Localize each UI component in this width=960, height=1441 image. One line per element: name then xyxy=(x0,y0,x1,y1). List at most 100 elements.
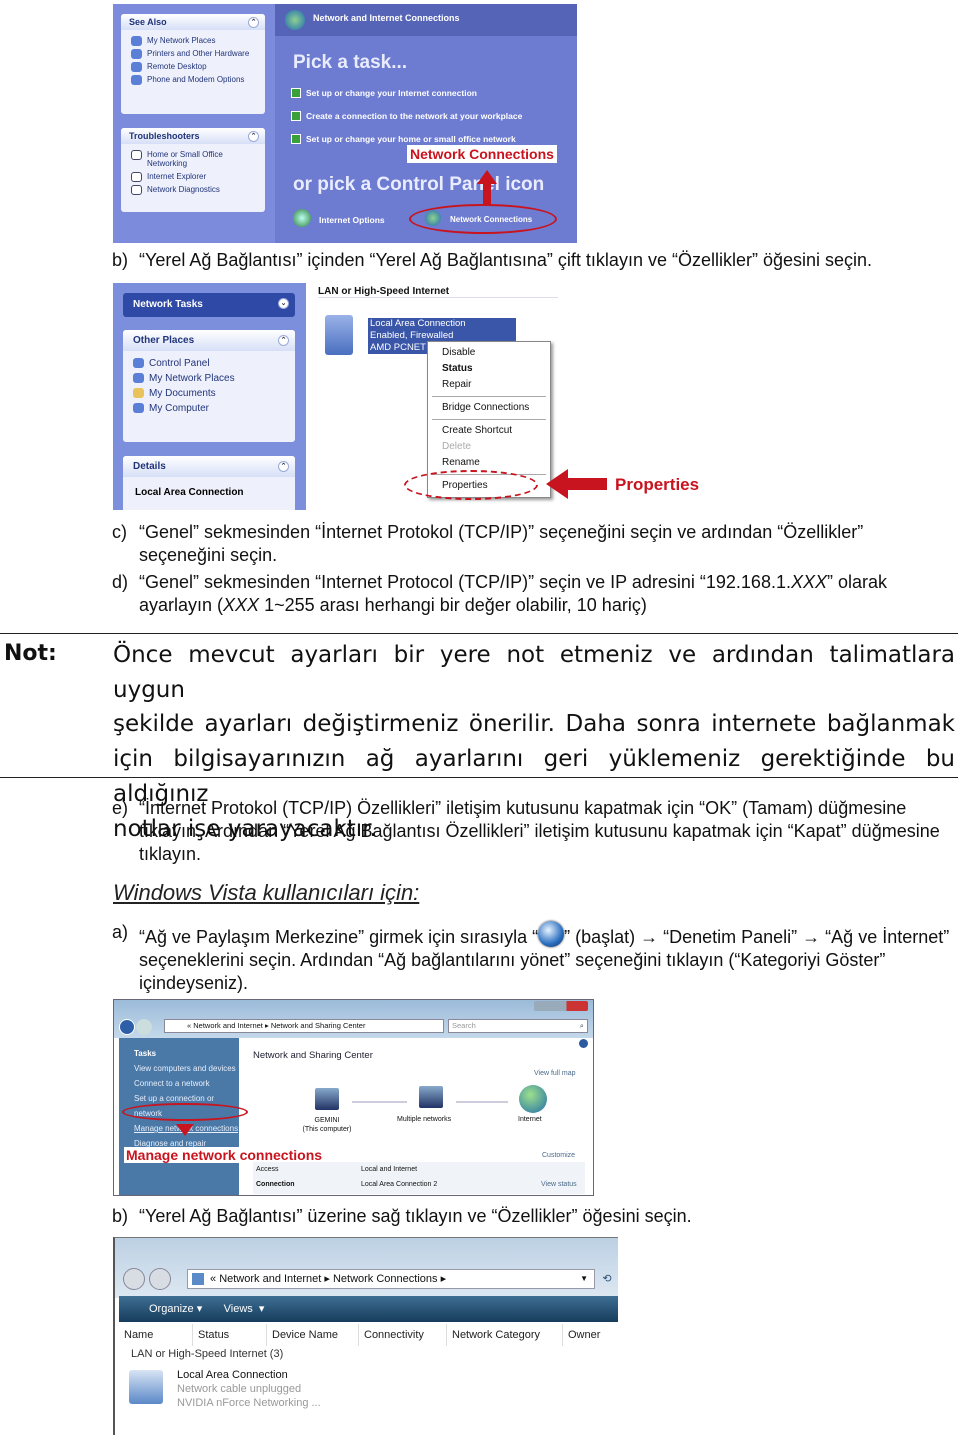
view-status-link[interactable]: View status xyxy=(541,1181,577,1188)
see-also-item[interactable]: My Network Places xyxy=(121,34,265,47)
manage-network-connections-callout: Manage network connections xyxy=(124,1147,325,1163)
collapse-icon[interactable]: ⌃ xyxy=(248,17,259,28)
note-label: Not: xyxy=(4,641,57,666)
menu-item-status[interactable]: Status xyxy=(428,361,550,377)
menu-item-bridge[interactable]: Bridge Connections xyxy=(428,400,550,416)
task-link[interactable]: Connect to a network xyxy=(134,1076,239,1091)
help-icon[interactable] xyxy=(579,1039,588,1048)
computer-icon xyxy=(315,1088,339,1110)
details-panel: Details ⌃ Local Area Connection xyxy=(123,456,295,510)
forward-button[interactable] xyxy=(149,1268,171,1290)
page-title: Network and Sharing Center xyxy=(253,1050,373,1061)
troubleshooters-panel: Troubleshooters ⌃ Home or Small Office Ne… xyxy=(121,128,265,212)
view-full-map-link[interactable]: View full map xyxy=(534,1070,576,1077)
row-key: Connection xyxy=(256,1181,295,1188)
forward-button[interactable] xyxy=(136,1019,152,1035)
pick-icon-heading: or pick a Control Panel icon xyxy=(293,174,545,195)
see-also-item[interactable]: Printers and Other Hardware xyxy=(121,47,265,60)
group-header: LAN or High-Speed Internet (3) xyxy=(131,1348,288,1360)
troubleshooter-item[interactable]: Internet Explorer xyxy=(121,170,265,183)
task-link[interactable]: Create a connection to the network at yo… xyxy=(291,111,522,121)
troubleshooter-item[interactable]: Home or Small Office Networking xyxy=(121,148,265,170)
divider xyxy=(0,777,958,778)
network-folder-icon xyxy=(192,1273,204,1285)
customize-link[interactable]: Customize xyxy=(542,1152,575,1159)
other-places-item[interactable]: My Computer xyxy=(123,401,295,416)
computer-node-label: GEMINI (This computer) xyxy=(302,1117,352,1133)
globe-icon xyxy=(425,210,441,226)
task-link[interactable]: Set up or change your Internet connectio… xyxy=(291,88,477,98)
arrow-down-icon xyxy=(176,1124,194,1136)
column-header-status[interactable]: Status xyxy=(193,1324,267,1346)
network-computer-icon xyxy=(325,315,353,355)
internet-node-label: Internet xyxy=(518,1116,542,1123)
network-tasks-panel[interactable]: Network Tasks ⌄ xyxy=(123,293,295,317)
collapse-icon[interactable]: ⌃ xyxy=(248,131,259,142)
shield-icon xyxy=(293,209,311,227)
see-also-item[interactable]: Phone and Modem Options xyxy=(121,73,265,86)
network-node-label: Multiple networks xyxy=(397,1116,452,1123)
group-header: LAN or High-Speed Internet xyxy=(318,286,558,298)
panel-title: Troubleshooters xyxy=(129,131,200,141)
arrow-shaft xyxy=(567,478,607,490)
step-xp-b: b) “Yerel Ağ Bağlantısı” içinden “Yerel A… xyxy=(112,250,873,270)
views-button[interactable]: Views xyxy=(224,1303,253,1315)
menu-item-repair[interactable]: Repair xyxy=(428,377,550,393)
search-icon: ⌕ xyxy=(579,1021,584,1030)
toolbar: Organize ▾ Views ▾ xyxy=(119,1296,618,1322)
internet-options-icon-link[interactable]: Internet Options xyxy=(319,215,385,225)
column-header-network-category[interactable]: Network Category xyxy=(447,1324,563,1346)
other-places-item[interactable]: Control Panel xyxy=(123,356,295,371)
address-bar[interactable]: « Network and Internet ▸ Network Connect… xyxy=(187,1269,595,1289)
search-input[interactable]: Search ⌕ xyxy=(448,1019,588,1033)
other-places-item[interactable]: My Network Places xyxy=(123,371,295,386)
column-header-device-name[interactable]: Device Name xyxy=(267,1324,359,1346)
column-headers: Name Status Device Name Connectivity Net… xyxy=(119,1324,618,1346)
back-button[interactable] xyxy=(123,1268,145,1290)
column-header-name[interactable]: Name xyxy=(119,1324,193,1346)
menu-item-create-shortcut[interactable]: Create Shortcut xyxy=(428,423,550,439)
properties-callout: Properties xyxy=(615,475,700,494)
address-bar[interactable]: « Network and Internet ▸ Network and Sha… xyxy=(164,1019,444,1033)
troubleshooter-item[interactable]: Network Diagnostics xyxy=(121,183,265,196)
vista-network-connections-screenshot: « Network and Internet ▸ Network Connect… xyxy=(113,1237,618,1435)
tasks-title: Tasks xyxy=(134,1049,157,1058)
row-key: Access xyxy=(256,1166,279,1173)
divider xyxy=(0,633,958,634)
column-header-connectivity[interactable]: Connectivity xyxy=(359,1324,447,1346)
arrow-shaft xyxy=(483,184,491,206)
arrow-up-icon xyxy=(477,170,497,184)
highlight-ellipse xyxy=(122,1103,248,1121)
refresh-button[interactable]: ⟲ xyxy=(597,1269,617,1289)
category-title: Network and Internet Connections xyxy=(313,13,460,23)
highlight-ellipse xyxy=(404,470,538,500)
window-controls[interactable] xyxy=(534,1001,588,1011)
details-value: Local Area Connection xyxy=(135,487,244,498)
step-vista-a: a) “Ağ ve Paylaşım Merkezine” girmek için… xyxy=(112,921,950,993)
back-button[interactable] xyxy=(119,1019,135,1035)
collapse-icon[interactable]: ⌃ xyxy=(278,461,289,472)
column-header-owner[interactable]: Owner xyxy=(563,1324,618,1346)
network-connections-icon-link[interactable]: Network Connections xyxy=(450,215,532,224)
menu-item-delete: Delete xyxy=(442,441,471,452)
collapse-icon[interactable]: ⌃ xyxy=(278,335,289,346)
vista-heading: Windows Vista kullanıcıları için: xyxy=(113,880,420,905)
local-area-connection-item[interactable]: Local Area Connection Network cable unpl… xyxy=(177,1368,321,1410)
globe-icon xyxy=(285,10,305,30)
menu-item-disable[interactable]: Disable xyxy=(428,345,550,361)
xp-control-panel-screenshot: See Also ⌃ My Network Places Printers and… xyxy=(113,4,577,243)
task-link[interactable]: View computers and devices xyxy=(134,1061,239,1076)
panel-title: See Also xyxy=(129,17,167,27)
expand-icon[interactable]: ⌄ xyxy=(278,298,289,309)
arrow-left-icon xyxy=(546,469,568,499)
see-also-item[interactable]: Remote Desktop xyxy=(121,60,265,73)
menu-item-rename[interactable]: Rename xyxy=(428,455,550,471)
organize-button[interactable]: Organize xyxy=(149,1303,194,1315)
task-link[interactable]: Set up or change your home or small offi… xyxy=(291,134,516,144)
xp-network-connections-screenshot: Network Tasks ⌄ Other Places ⌃ Control Pan… xyxy=(113,283,713,510)
row-value: Local Area Connection 2 xyxy=(361,1181,438,1188)
other-places-item[interactable]: My Documents xyxy=(123,386,295,401)
step-vista-b: b) “Yerel Ağ Bağlantısı” üzerine sağ tıkl… xyxy=(112,1206,692,1226)
pick-task-heading: Pick a task... xyxy=(293,52,408,73)
dropdown-icon[interactable]: ▼ xyxy=(580,1270,588,1288)
